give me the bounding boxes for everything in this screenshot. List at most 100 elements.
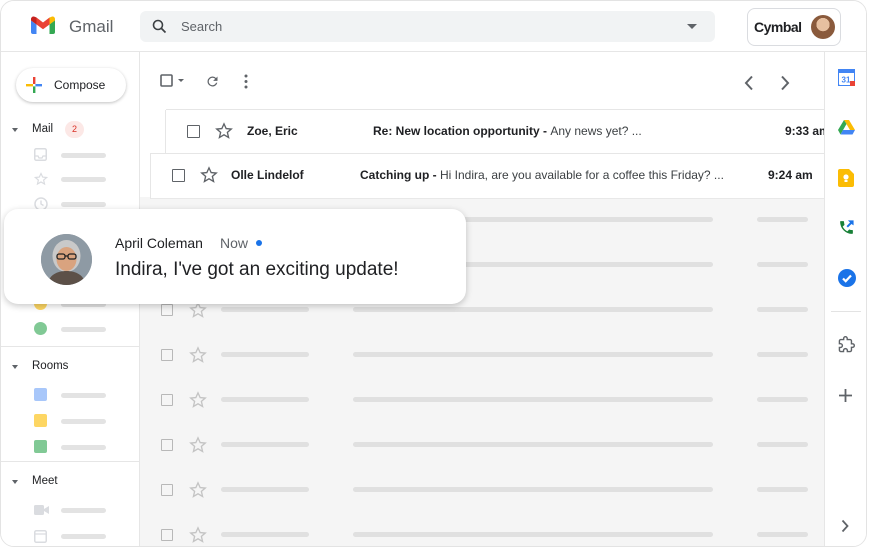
section-label: Meet — [32, 475, 58, 487]
placeholder-bar — [221, 532, 309, 537]
email-sender: Zoe, Eric — [247, 124, 298, 138]
row-checkbox — [161, 439, 173, 451]
placeholder-bar — [757, 262, 808, 267]
placeholder-bar — [221, 307, 309, 312]
tasks-icon[interactable] — [838, 269, 856, 292]
placeholder-bar — [757, 442, 808, 447]
account-switcher[interactable]: Cymbal — [747, 8, 841, 46]
email-subject-line: Catching up - Hi Indira, are you availab… — [360, 168, 724, 182]
email-subject-line: Re: New location opportunity - Any news … — [373, 124, 642, 138]
search-options-icon[interactable] — [687, 24, 697, 29]
placeholder-bar — [61, 202, 106, 207]
room-icon — [34, 440, 47, 453]
sidebar-label-green[interactable] — [34, 322, 106, 336]
next-page-icon[interactable] — [780, 75, 790, 96]
email-sender: Olle Lindelof — [231, 168, 304, 182]
gmail-window: Gmail Search Cymbal Compose Mail 2 Rooms… — [0, 0, 867, 547]
compose-button[interactable]: Compose — [16, 68, 126, 102]
expand-panel-icon[interactable] — [841, 519, 849, 538]
placeholder-email-row — [140, 332, 824, 378]
voice-icon[interactable] — [838, 219, 855, 241]
subject-separator: - — [539, 124, 551, 138]
star-icon[interactable] — [200, 166, 218, 189]
inbox-icon — [34, 148, 47, 161]
placeholder-bar — [61, 508, 106, 513]
star-icon — [189, 391, 207, 414]
sidebar-meet-item[interactable] — [34, 529, 106, 543]
addons-icon[interactable] — [838, 336, 855, 358]
placeholder-bar — [757, 217, 808, 222]
email-time: 9:33 am — [785, 124, 830, 138]
sidebar-item-inbox[interactable] — [34, 148, 106, 162]
collapse-arrow-icon[interactable] — [12, 480, 18, 484]
refresh-icon[interactable] — [205, 74, 220, 94]
side-panel: 31 — [824, 52, 866, 546]
drive-icon[interactable] — [838, 120, 855, 140]
unread-badge: 2 — [65, 121, 84, 138]
room-icon — [34, 388, 47, 401]
account-avatar[interactable] — [811, 15, 835, 39]
placeholder-email-row — [140, 467, 824, 513]
sidebar-room-item[interactable] — [34, 414, 106, 428]
star-icon — [189, 481, 207, 504]
collapse-arrow-icon[interactable] — [12, 365, 18, 369]
search-bar[interactable]: Search — [140, 11, 715, 42]
notification-time: Now — [220, 235, 249, 251]
sidebar-divider — [1, 346, 139, 347]
email-row[interactable]: Zoe, Eric Re: New location opportunity -… — [166, 110, 830, 155]
email-row[interactable]: Olle Lindelof Catching up - Hi Indira, a… — [151, 153, 824, 199]
star-icon — [189, 346, 207, 369]
placeholder-bar — [61, 153, 106, 158]
keep-icon[interactable] — [838, 169, 854, 192]
placeholder-bar — [61, 177, 106, 182]
placeholder-bar — [221, 352, 309, 357]
placeholder-bar — [353, 532, 713, 537]
select-all-checkbox[interactable] — [160, 74, 188, 93]
placeholder-bar — [61, 445, 106, 450]
placeholder-email-row — [140, 377, 824, 423]
search-input[interactable]: Search — [181, 19, 222, 34]
row-checkbox — [161, 304, 173, 316]
calendar-icon[interactable]: 31 — [837, 68, 856, 91]
placeholder-bar — [353, 397, 713, 402]
star-icon — [33, 172, 49, 186]
sidebar-meet-item[interactable] — [34, 503, 106, 517]
placeholder-bar — [221, 442, 309, 447]
placeholder-bar — [757, 397, 808, 402]
mail-toolbar — [140, 52, 824, 110]
app-name: Gmail — [69, 17, 114, 36]
email-subject: Catching up — [360, 168, 430, 182]
sidebar-room-item[interactable] — [34, 388, 106, 402]
add-icon[interactable] — [838, 388, 853, 408]
gmail-logo-icon[interactable] — [31, 16, 55, 39]
email-snippet: Hi Indira, are you available for a coffe… — [440, 168, 724, 182]
row-checkbox[interactable] — [187, 125, 200, 138]
sender-avatar — [41, 234, 92, 285]
star-icon[interactable] — [215, 122, 233, 145]
row-checkbox — [161, 529, 173, 541]
room-icon — [34, 414, 47, 427]
sidebar-item-starred[interactable] — [33, 172, 106, 186]
placeholder-bar — [61, 393, 106, 398]
row-checkbox[interactable] — [172, 169, 185, 182]
collapse-arrow-icon[interactable] — [12, 128, 18, 132]
section-label: Mail — [32, 123, 54, 135]
calendar-outline-icon — [34, 529, 47, 543]
compose-label: Compose — [54, 78, 106, 92]
org-logo: Cymbal — [754, 19, 802, 35]
search-icon[interactable] — [152, 19, 167, 39]
svg-text:31: 31 — [842, 76, 851, 85]
chat-notification[interactable]: April Coleman Now Indira, I've got an ex… — [4, 209, 466, 304]
unread-dot — [256, 240, 262, 246]
sender-name: April Coleman — [115, 235, 203, 251]
row-checkbox — [161, 394, 173, 406]
more-vert-icon[interactable] — [243, 74, 249, 94]
compose-plus-icon — [26, 77, 42, 98]
row-checkbox — [161, 349, 173, 361]
email-snippet: Any news yet? ... — [550, 124, 642, 138]
email-subject: Re: New location opportunity — [373, 124, 540, 138]
sidebar-room-item[interactable] — [34, 440, 106, 454]
placeholder-bar — [353, 442, 713, 447]
prev-page-icon[interactable] — [744, 75, 754, 96]
star-icon — [189, 526, 207, 546]
